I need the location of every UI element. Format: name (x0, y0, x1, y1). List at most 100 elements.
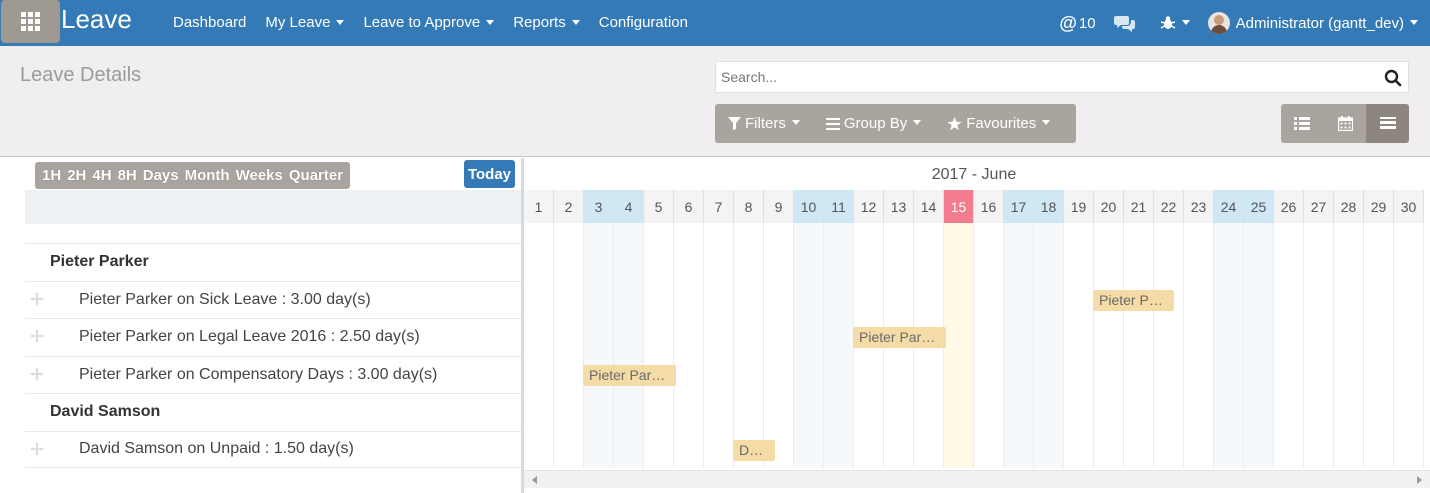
day-column[interactable] (824, 223, 854, 468)
day-header-cell: 24 (1214, 190, 1244, 223)
task-row[interactable]: Pieter Parker on Compensatory Days : 3.0… (25, 355, 521, 394)
gantt-view-button[interactable] (1366, 104, 1409, 143)
favourites-button[interactable]: Favourites (947, 115, 1051, 132)
user-menu[interactable]: Administrator (gantt_dev) (1207, 12, 1418, 34)
move-icon[interactable] (30, 329, 44, 343)
group-row[interactable]: David Samson (25, 393, 521, 431)
day-column[interactable] (1274, 223, 1304, 468)
list-view-button[interactable] (1281, 104, 1324, 143)
day-column[interactable] (644, 223, 674, 468)
scale-selector: 1H 2H 4H 8H Days Month Weeks Quarter (35, 162, 351, 189)
day-column[interactable] (524, 223, 554, 468)
day-column[interactable] (1184, 223, 1214, 468)
task-label: David Samson on Unpaid : 1.50 day(s) (79, 440, 354, 458)
day-column[interactable] (974, 223, 1004, 468)
day-header-cell: 21 (1124, 190, 1154, 223)
day-header-cell: 28 (1334, 190, 1364, 223)
view-switcher (1281, 104, 1409, 143)
nav-item-leave-to-approve[interactable]: Leave to Approve (363, 14, 495, 31)
day-column[interactable] (1244, 223, 1274, 468)
task-label: Pieter Parker on Sick Leave : 3.00 day(s… (79, 290, 371, 308)
scroll-left-icon[interactable] (532, 476, 537, 484)
day-column[interactable] (584, 223, 614, 468)
group-by-button[interactable]: Group By (825, 115, 922, 132)
day-column[interactable] (1364, 223, 1394, 468)
user-name: Administrator (gantt_dev) (1235, 14, 1404, 32)
nav-item-my-leave[interactable]: My Leave (265, 14, 345, 31)
task-row[interactable]: Pieter Parker on Sick Leave : 3.00 day(s… (25, 280, 521, 319)
day-column[interactable] (1214, 223, 1244, 468)
day-header-cell: 8 (734, 190, 764, 223)
nav-item-configuration[interactable]: Configuration (599, 14, 688, 31)
day-column[interactable] (1334, 223, 1364, 468)
day-column[interactable] (554, 223, 584, 468)
nav-item-dashboard[interactable]: Dashboard (173, 14, 246, 31)
day-header-cell: 22 (1154, 190, 1184, 223)
mentions-count: 10 (1078, 14, 1096, 32)
nav-item-label: Configuration (598, 14, 688, 31)
scale-option[interactable]: Days (143, 167, 179, 184)
leave-bar[interactable]: Pieter Par... (1093, 289, 1174, 311)
scale-option[interactable]: Weeks (236, 167, 283, 184)
gantt-view-icon (1379, 117, 1396, 129)
day-header-cell: 1 (524, 190, 554, 223)
filters-button[interactable]: Filters (728, 115, 800, 132)
day-column[interactable] (734, 223, 764, 468)
day-column[interactable] (794, 223, 824, 468)
scale-option[interactable]: 1H (42, 167, 61, 184)
scale-option[interactable]: 8H (118, 167, 137, 184)
scale-option[interactable]: Quarter (289, 167, 343, 184)
control-panel: Leave Details Filters Group By Fav (0, 46, 1430, 157)
horizontal-scrollbar[interactable] (524, 470, 1430, 488)
day-header-cell: 19 (1064, 190, 1094, 223)
today-button[interactable]: Today (464, 160, 515, 188)
day-header-cell: 27 (1304, 190, 1334, 223)
nav-item-label: My Leave (265, 14, 331, 31)
leave-bar[interactable]: Pieter Parke... (583, 364, 676, 386)
day-header-cell: 17 (1004, 190, 1034, 223)
search-input[interactable] (721, 69, 1371, 85)
nav-item-reports[interactable]: Reports (513, 14, 580, 31)
day-header-cell: 10 (794, 190, 824, 223)
scale-option[interactable]: 4H (92, 167, 111, 184)
move-icon[interactable] (30, 291, 44, 306)
caret-down-icon (1042, 120, 1051, 125)
caret-down-icon (913, 120, 922, 125)
app-switcher-button[interactable] (1, 0, 60, 43)
favourites-label: Favourites (966, 115, 1037, 132)
day-column[interactable] (1304, 223, 1334, 468)
day-column[interactable] (1094, 223, 1124, 468)
day-column[interactable] (944, 223, 974, 468)
day-column[interactable] (674, 223, 704, 468)
day-column[interactable] (1154, 223, 1184, 468)
scale-option[interactable]: Month (185, 167, 230, 184)
day-header-cell: 7 (704, 190, 734, 223)
day-column[interactable] (1394, 223, 1424, 468)
mentions-button[interactable]: @ 10 (1059, 13, 1095, 34)
scale-option[interactable]: 2H (67, 167, 86, 184)
group-row[interactable]: Pieter Parker (25, 243, 521, 281)
move-icon[interactable] (30, 441, 44, 456)
search-icon[interactable] (1384, 69, 1402, 87)
move-icon[interactable] (30, 366, 44, 381)
day-column[interactable] (614, 223, 644, 468)
chat-bubbles-icon[interactable] (1113, 14, 1136, 32)
day-column[interactable] (1034, 223, 1064, 468)
day-column[interactable] (1004, 223, 1034, 468)
leave-bar[interactable]: Dav... (733, 439, 775, 461)
day-header-cell: 9 (764, 190, 794, 223)
task-row[interactable]: Pieter Parker on Legal Leave 2016 : 2.50… (25, 318, 521, 356)
day-column[interactable] (704, 223, 734, 468)
at-sign-icon: @ (1059, 12, 1077, 33)
day-column[interactable] (1064, 223, 1094, 468)
caret-down-icon (791, 120, 800, 125)
day-column[interactable] (1124, 223, 1154, 468)
calendar-view-button[interactable] (1323, 104, 1367, 143)
day-header-cell: 11 (824, 190, 854, 223)
scroll-right-icon[interactable] (1417, 476, 1422, 484)
day-column[interactable] (764, 223, 794, 468)
main-navbar: Leave Dashboard My Leave Leave to Approv… (0, 0, 1430, 46)
leave-bar[interactable]: Pieter Parke... (853, 327, 946, 349)
task-row[interactable]: David Samson on Unpaid : 1.50 day(s) (25, 430, 521, 468)
debug-menu-button[interactable] (1160, 15, 1190, 31)
